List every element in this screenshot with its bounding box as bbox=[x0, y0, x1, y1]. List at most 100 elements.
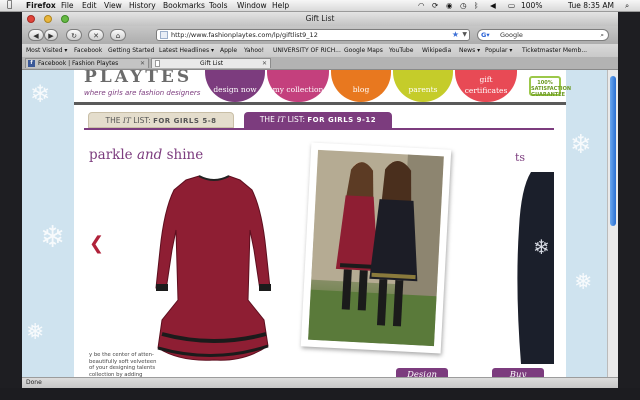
bookmark-youtube[interactable]: YouTube bbox=[389, 44, 413, 57]
bookmark-yahoo[interactable]: Yahoo! bbox=[244, 44, 264, 57]
stop-button[interactable]: ✕ bbox=[88, 29, 104, 41]
tab-label: Facebook | Fashion Playtes bbox=[38, 60, 119, 67]
models-photo[interactable] bbox=[300, 142, 452, 354]
nav-label: blog bbox=[352, 85, 370, 94]
site-logo[interactable]: PLAYTES where girls are fashion designer… bbox=[84, 70, 202, 102]
vertical-scrollbar[interactable] bbox=[607, 70, 618, 377]
window-titlebar: Gift List bbox=[22, 12, 618, 26]
menu-file[interactable]: File bbox=[61, 0, 74, 11]
design-button[interactable]: Design bbox=[396, 368, 448, 377]
scrollbar-thumb[interactable] bbox=[610, 76, 616, 226]
nav-label: parents bbox=[408, 85, 438, 94]
app-menu[interactable]: Firefox bbox=[26, 0, 56, 11]
nav-parents[interactable]: parents bbox=[393, 70, 453, 102]
headline-and: and bbox=[136, 147, 163, 163]
tab-gift-list[interactable]: Gift List ✕ bbox=[151, 58, 271, 68]
menu-tools[interactable]: Tools bbox=[209, 0, 227, 11]
menubar-clock[interactable]: Tue 8:35 AM bbox=[568, 0, 614, 11]
nav-label-2: certificates bbox=[464, 86, 508, 95]
bookmark-latest-headlines[interactable]: Latest Headlines ▾ bbox=[159, 44, 214, 57]
reload-icon: ↻ bbox=[71, 32, 77, 40]
bookmark-ticketmaster[interactable]: Ticketmaster Memb... bbox=[522, 44, 587, 57]
next-slide-headline: ts bbox=[515, 151, 526, 164]
svg-text:❄: ❄ bbox=[533, 235, 550, 259]
wifi-icon[interactable]: ◠ bbox=[418, 0, 425, 11]
tab-close-icon[interactable]: ✕ bbox=[140, 59, 145, 69]
bookmark-apple[interactable]: Apple bbox=[220, 44, 237, 57]
minimize-window-button[interactable] bbox=[44, 15, 53, 23]
stop-icon: ✕ bbox=[93, 32, 99, 40]
menu-edit[interactable]: Edit bbox=[82, 0, 97, 11]
google-icon[interactable]: G▾ bbox=[481, 30, 490, 40]
time-machine-icon[interactable]: ◷ bbox=[460, 0, 467, 11]
nav-my-collection[interactable]: my collection bbox=[267, 70, 329, 102]
bookmark-getting-started[interactable]: Getting Started bbox=[108, 44, 154, 57]
battery-icon[interactable]: ▭ bbox=[508, 0, 515, 11]
menu-help[interactable]: Help bbox=[272, 0, 289, 11]
bookmark-wikipedia[interactable]: Wikipedia bbox=[422, 44, 451, 57]
desktop-background bbox=[0, 388, 640, 400]
back-button[interactable]: ◀ bbox=[28, 29, 44, 41]
snowflake-icon: ❅ bbox=[26, 320, 45, 345]
snowflake-icon: ❅ bbox=[574, 270, 593, 295]
black-dress-image[interactable]: ❄ bbox=[511, 168, 554, 368]
nav-gift-certificates[interactable]: gift certificates bbox=[455, 70, 517, 102]
web-content: ❄ ❄ ❅ ❄ ❅ PLAYTES where girls are fashio… bbox=[22, 70, 618, 377]
status-bar: Done bbox=[22, 377, 618, 388]
site-favicon-icon bbox=[160, 31, 168, 39]
carousel-headline: parkle and shine bbox=[89, 147, 203, 163]
close-window-button[interactable] bbox=[27, 15, 35, 23]
search-placeholder: Google bbox=[500, 31, 523, 39]
tab-girls-5-8[interactable]: THE IT LIST: FOR GIRLS 5-8 bbox=[88, 112, 234, 128]
tab-girls-9-12[interactable]: THE IT LIST: FOR GIRLS 9-12 bbox=[244, 112, 392, 128]
bookmark-facebook[interactable]: Facebook bbox=[74, 44, 102, 57]
tab-close-icon[interactable]: ✕ bbox=[262, 59, 267, 69]
menu-window[interactable]: Window bbox=[237, 0, 267, 11]
bookmarks-bar: Most Visited ▾ Facebook Getting Started … bbox=[22, 44, 618, 58]
reload-button[interactable]: ↻ bbox=[66, 29, 82, 41]
tab-for: FOR GIRLS 5-8 bbox=[153, 117, 217, 125]
volume-icon[interactable]: ◉ bbox=[446, 0, 453, 11]
tab-facebook[interactable]: f Facebook | Fashion Playtes ✕ bbox=[25, 58, 149, 68]
nav-design-now[interactable]: design now bbox=[205, 70, 265, 102]
url-dropdown-icon[interactable]: ▼ bbox=[462, 30, 467, 40]
bookmark-university[interactable]: UNIVERSITY OF RICH... bbox=[273, 44, 341, 57]
tab-for: FOR GIRLS 9-12 bbox=[307, 116, 377, 124]
search-icon[interactable]: ⌕ bbox=[600, 30, 604, 40]
bluetooth-icon[interactable]: ᛒ bbox=[474, 0, 479, 11]
bookmark-popular[interactable]: Popular ▾ bbox=[485, 44, 512, 57]
menu-history[interactable]: History bbox=[129, 0, 156, 11]
bookmark-most-visited[interactable]: Most Visited ▾ bbox=[26, 44, 67, 57]
tab-list: LIST: bbox=[133, 116, 151, 125]
tab-label: Gift List bbox=[200, 60, 224, 67]
product-description: y be the center of atten- beautifully so… bbox=[89, 352, 157, 377]
nav-label: my collection bbox=[272, 85, 324, 94]
zoom-window-button[interactable] bbox=[61, 15, 70, 23]
apple-menu-icon[interactable]:  bbox=[7, 0, 12, 11]
snowflake-icon: ❄ bbox=[30, 80, 51, 108]
bookmark-star-icon[interactable]: ★ bbox=[452, 30, 459, 40]
url-bar[interactable]: http://www.fashionplaytes.com/lp/giftlis… bbox=[156, 29, 470, 41]
nav-label: gift bbox=[479, 75, 493, 84]
menu-view[interactable]: View bbox=[104, 0, 122, 11]
tab-prefix: THE bbox=[105, 116, 121, 125]
carousel-prev-arrow[interactable]: ❮ bbox=[89, 233, 104, 254]
battery-percent: 100% bbox=[521, 1, 543, 10]
site-tagline: where girls are fashion designers bbox=[84, 89, 201, 97]
red-dress-image[interactable] bbox=[144, 170, 284, 370]
menu-bookmarks[interactable]: Bookmarks bbox=[163, 0, 205, 11]
tab-prefix: THE bbox=[259, 115, 275, 124]
search-input[interactable]: G▾ Google ⌕ bbox=[477, 29, 609, 41]
tab-bar: f Facebook | Fashion Playtes ✕ Gift List… bbox=[22, 57, 618, 70]
bookmark-google-maps[interactable]: Google Maps bbox=[344, 44, 383, 57]
buy-button[interactable]: Buy bbox=[492, 368, 544, 377]
facebook-icon: f bbox=[28, 60, 35, 67]
speaker-icon[interactable]: ◀ bbox=[490, 0, 496, 11]
home-button[interactable]: ⌂ bbox=[110, 29, 126, 41]
home-icon: ⌂ bbox=[115, 32, 121, 40]
bookmark-news[interactable]: News ▾ bbox=[459, 44, 480, 57]
sync-icon[interactable]: ⟳ bbox=[432, 0, 438, 11]
forward-button[interactable]: ▶ bbox=[44, 29, 58, 41]
nav-blog[interactable]: blog bbox=[331, 70, 391, 102]
spotlight-icon[interactable]: ⌕ bbox=[625, 0, 629, 11]
